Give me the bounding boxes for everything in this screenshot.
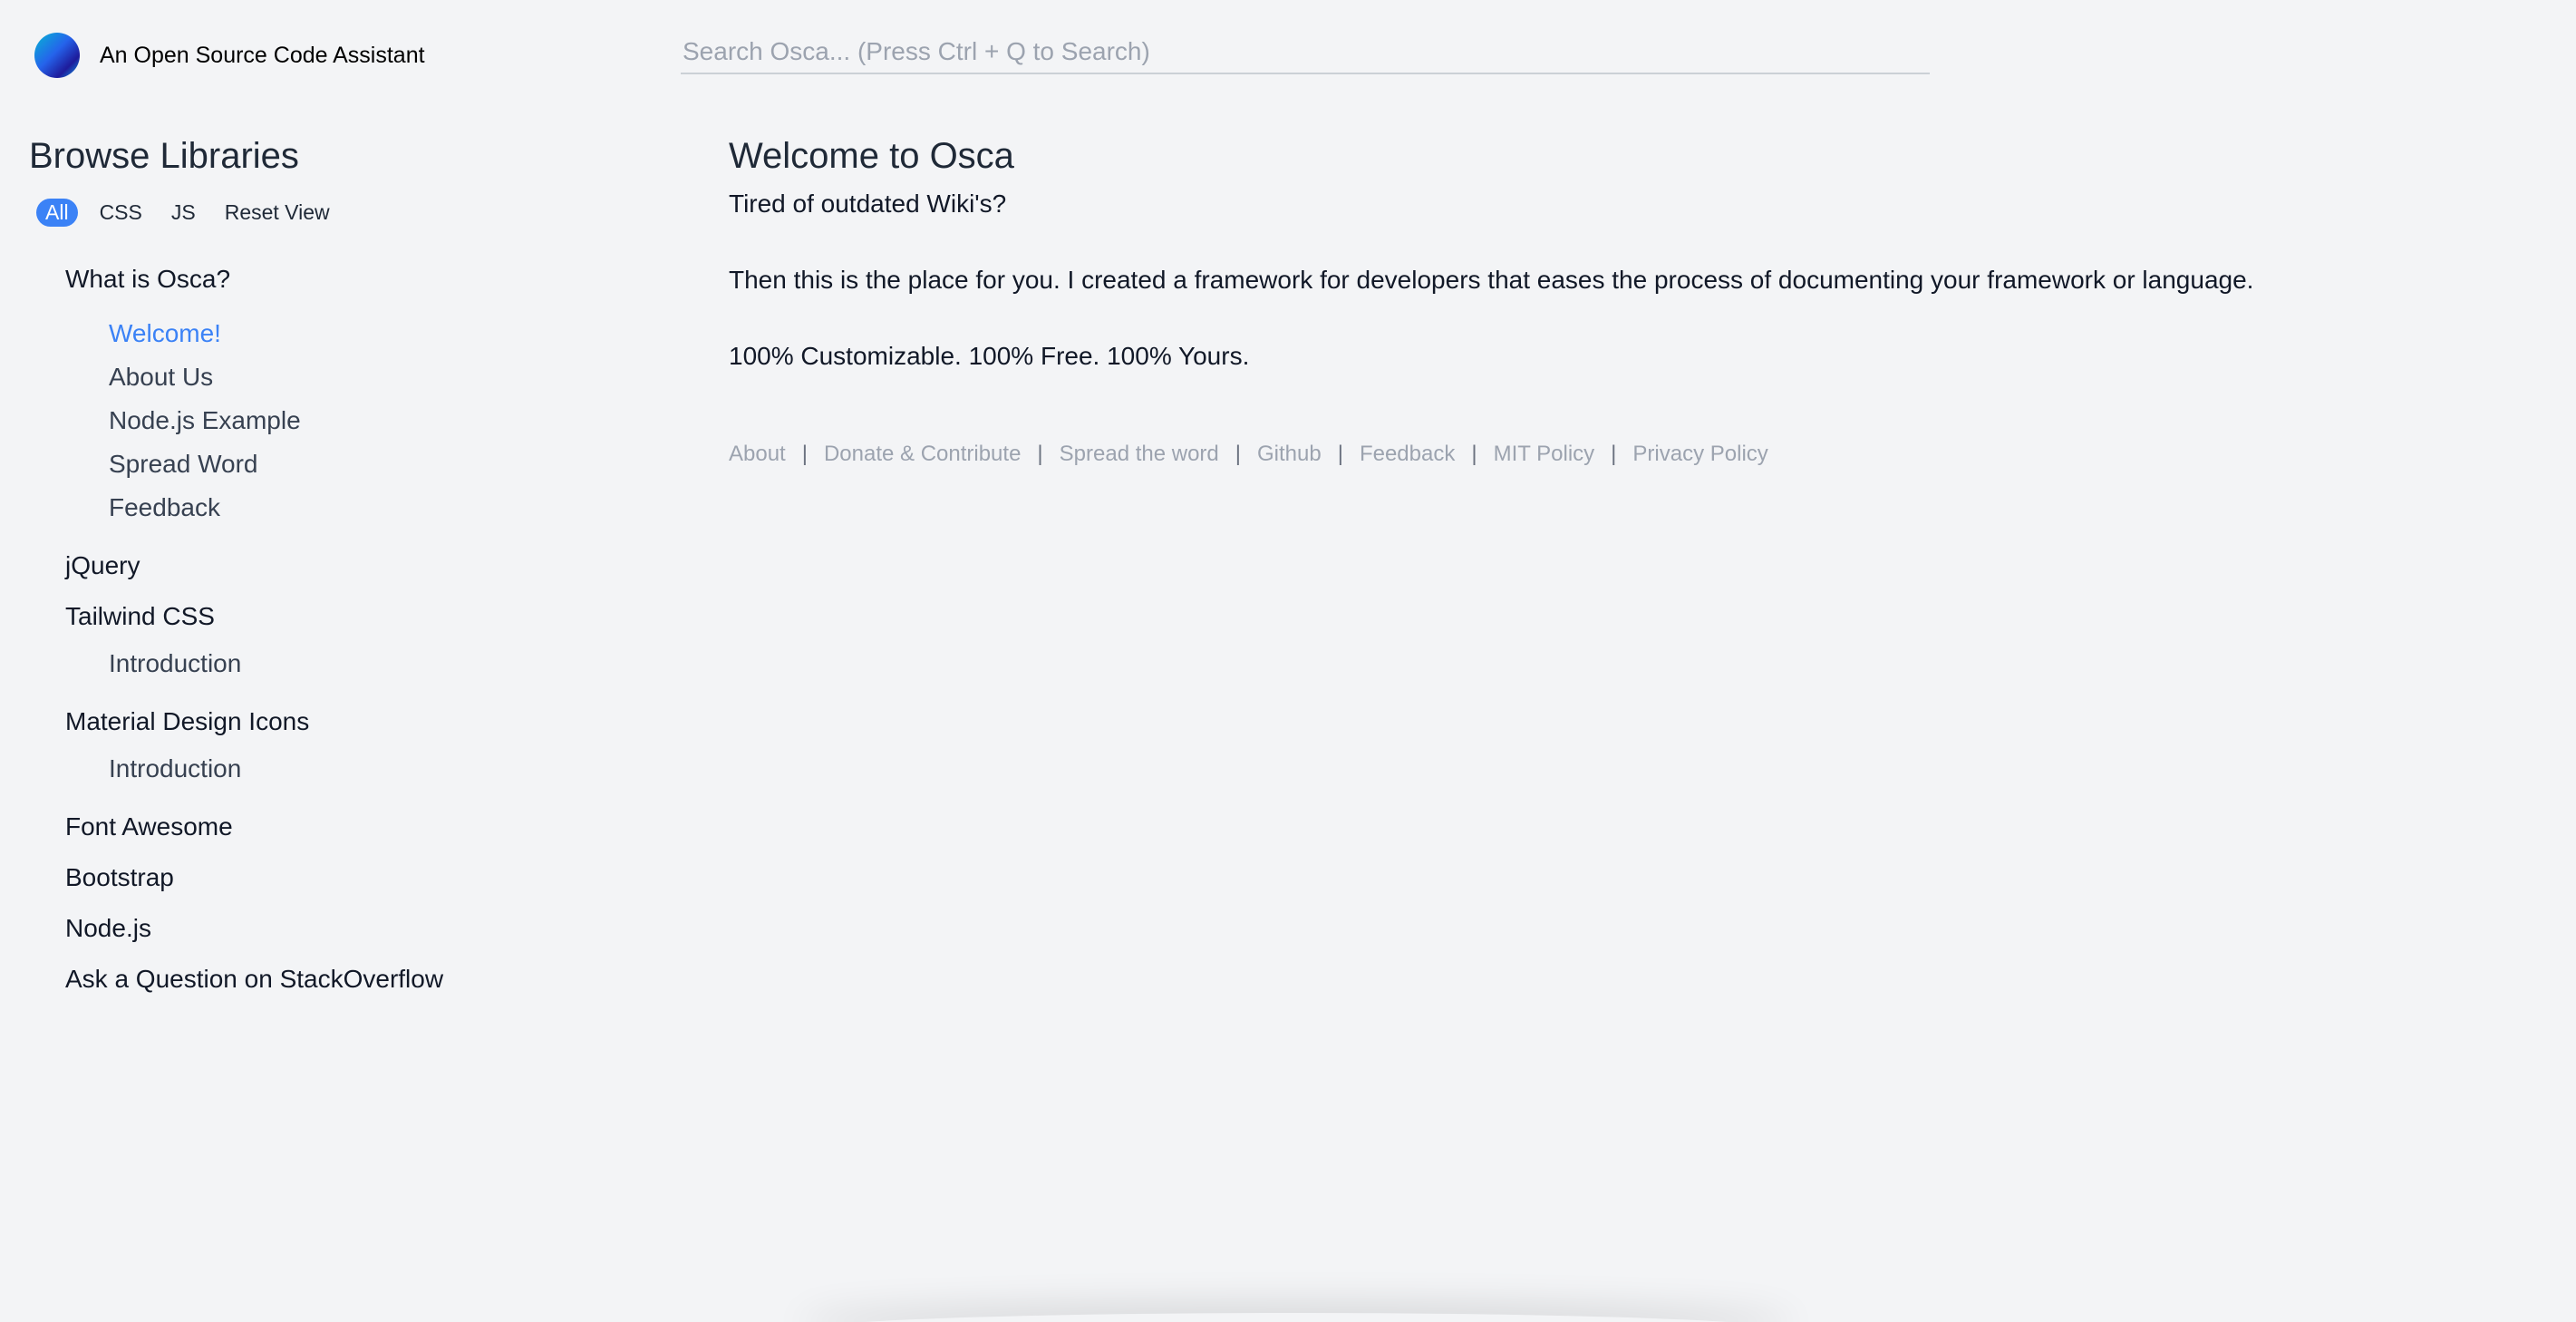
search-input[interactable] [681,36,1930,74]
filter-all[interactable]: All [36,199,78,227]
footer-link-donate[interactable]: Donate & Contribute [824,442,1021,467]
footer-links: About | Donate & Contribute | Spread the… [729,442,2451,467]
filter-js[interactable]: JS [171,200,196,225]
page-title: Welcome to Osca [729,136,1014,176]
library-filters: All CSS JS Reset View [36,199,645,227]
group-items: Welcome! About Us Node.js Example Spread… [109,312,645,530]
group-font-awesome: Font Awesome [65,812,645,841]
group-label[interactable]: Node.js [65,914,645,943]
intro-question: Tired of outdated Wiki's? [729,190,1007,218]
group-nodejs: Node.js [65,914,645,943]
group-label[interactable]: Tailwind CSS [65,602,645,631]
group-label[interactable]: Bootstrap [65,863,645,892]
footer-separator: | [1235,442,1241,466]
group-jquery: jQuery [65,551,645,580]
footer-separator: | [1611,442,1617,466]
group-items: Introduction [109,642,645,685]
group-label[interactable]: Material Design Icons [65,707,645,736]
footer-separator: | [1471,442,1477,466]
group-tailwind-css: Tailwind CSS Introduction [65,602,645,685]
nav-item-welcome[interactable]: Welcome! [109,312,645,355]
footer-link-spread[interactable]: Spread the word [1060,442,1219,467]
group-bootstrap: Bootstrap [65,863,645,892]
group-label[interactable]: Ask a Question on StackOverflow [65,965,645,994]
footer-link-about[interactable]: About [729,442,786,467]
group-what-is-osca: What is Osca? Welcome! About Us Node.js … [65,265,645,530]
sidebar-title: Browse Libraries [29,136,299,176]
nav-item-feedback[interactable]: Feedback [109,486,645,530]
nav-item-tailwind-introduction[interactable]: Introduction [109,642,645,685]
footer-link-mit-policy[interactable]: MIT Policy [1494,442,1595,467]
bottom-shadow [798,1313,1795,1322]
group-label[interactable]: Font Awesome [65,812,645,841]
group-items: Introduction [109,747,645,791]
footer-separator: | [801,442,808,466]
sidebar: Browse Libraries All CSS JS Reset View W… [29,136,645,1016]
group-label[interactable]: jQuery [65,551,645,580]
osca-logo-icon [34,33,80,78]
group-label[interactable]: What is Osca? [65,265,645,294]
brand-tagline: An Open Source Code Assistant [100,42,425,68]
footer-separator: | [1037,442,1043,466]
library-tree: What is Osca? Welcome! About Us Node.js … [65,265,645,994]
reset-view-button[interactable]: Reset View [225,200,330,225]
intro-tagline: 100% Customizable. 100% Free. 100% Yours… [729,342,1250,370]
nav-item-about-us[interactable]: About Us [109,355,645,399]
nav-item-spread-word[interactable]: Spread Word [109,442,645,486]
main-content: Welcome to Osca Tired of outdated Wiki's… [729,136,2451,467]
nav-item-mdi-introduction[interactable]: Introduction [109,747,645,791]
footer-link-feedback[interactable]: Feedback [1360,442,1455,467]
group-material-design-icons: Material Design Icons Introduction [65,707,645,791]
brand[interactable]: An Open Source Code Assistant [34,33,425,78]
footer-separator: | [1337,442,1343,466]
footer-link-github[interactable]: Github [1257,442,1322,467]
page: An Open Source Code Assistant Browse Lib… [0,0,2576,1322]
footer-link-privacy-policy[interactable]: Privacy Policy [1632,442,1767,467]
nav-item-nodejs-example[interactable]: Node.js Example [109,399,645,442]
intro-description: Then this is the place for you. I create… [729,266,2254,294]
filter-css[interactable]: CSS [100,200,142,225]
group-stackoverflow: Ask a Question on StackOverflow [65,965,645,994]
